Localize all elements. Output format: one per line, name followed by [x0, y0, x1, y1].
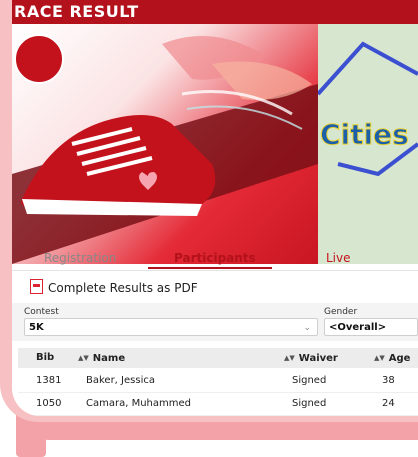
sort-icon: ▲▼: [78, 354, 89, 362]
event-logo: [14, 34, 64, 84]
waiver-cell: Signed: [292, 398, 327, 409]
active-tab-indicator: [148, 267, 272, 269]
age-cell: 24: [382, 398, 395, 409]
age-cell: 38: [382, 375, 395, 386]
contest-value: 5K: [29, 322, 44, 333]
race-result-card: RACE RESULT Cities Registration Particip…: [12, 0, 418, 416]
table-header: Bib ▲▼ Name ▲▼ Waiver ▲▼ Age: [18, 348, 418, 368]
pdf-link-label: Complete Results as PDF: [48, 281, 198, 295]
tab-live[interactable]: Live: [326, 250, 351, 266]
column-age[interactable]: ▲▼ Age: [374, 352, 410, 365]
column-bib[interactable]: Bib: [36, 352, 54, 364]
contest-select[interactable]: 5K ⌄: [24, 318, 318, 336]
gender-label: Gender: [324, 307, 358, 317]
tab-registration[interactable]: Registration: [44, 250, 116, 266]
sort-icon: ▲▼: [284, 354, 295, 362]
column-waiver[interactable]: ▲▼ Waiver: [284, 352, 338, 365]
pdf-download-link[interactable]: Complete Results as PDF: [30, 279, 198, 296]
chevron-down-icon: ⌄: [303, 323, 311, 333]
column-name[interactable]: ▲▼ Name: [78, 352, 125, 365]
pdf-icon: [30, 279, 43, 294]
waiver-cell: Signed: [292, 375, 327, 386]
map-route: Cities: [318, 24, 418, 264]
tab-divider: [12, 270, 418, 271]
bib-cell: 1050: [36, 398, 62, 409]
course-map[interactable]: Cities: [318, 24, 418, 264]
contest-label: Contest: [24, 307, 59, 317]
table-row[interactable]: 1050 Camara, Muhammed Signed 24: [18, 393, 418, 416]
gender-value: <Overall>: [329, 322, 387, 333]
hero-image: [12, 24, 318, 264]
name-cell: Baker, Jessica: [86, 375, 155, 386]
bib-cell: 1381: [36, 375, 62, 386]
brand-logo[interactable]: RACE RESULT: [14, 3, 139, 21]
name-cell: Camara, Muhammed: [86, 398, 191, 409]
sort-icon: ▲▼: [374, 354, 385, 362]
tab-participants[interactable]: Participants: [174, 250, 256, 266]
map-caption: Cities: [320, 118, 409, 151]
gender-select[interactable]: <Overall>: [324, 318, 418, 336]
brand-bar: RACE RESULT: [12, 0, 418, 24]
table-row[interactable]: 1381 Baker, Jessica Signed 38: [18, 370, 418, 393]
